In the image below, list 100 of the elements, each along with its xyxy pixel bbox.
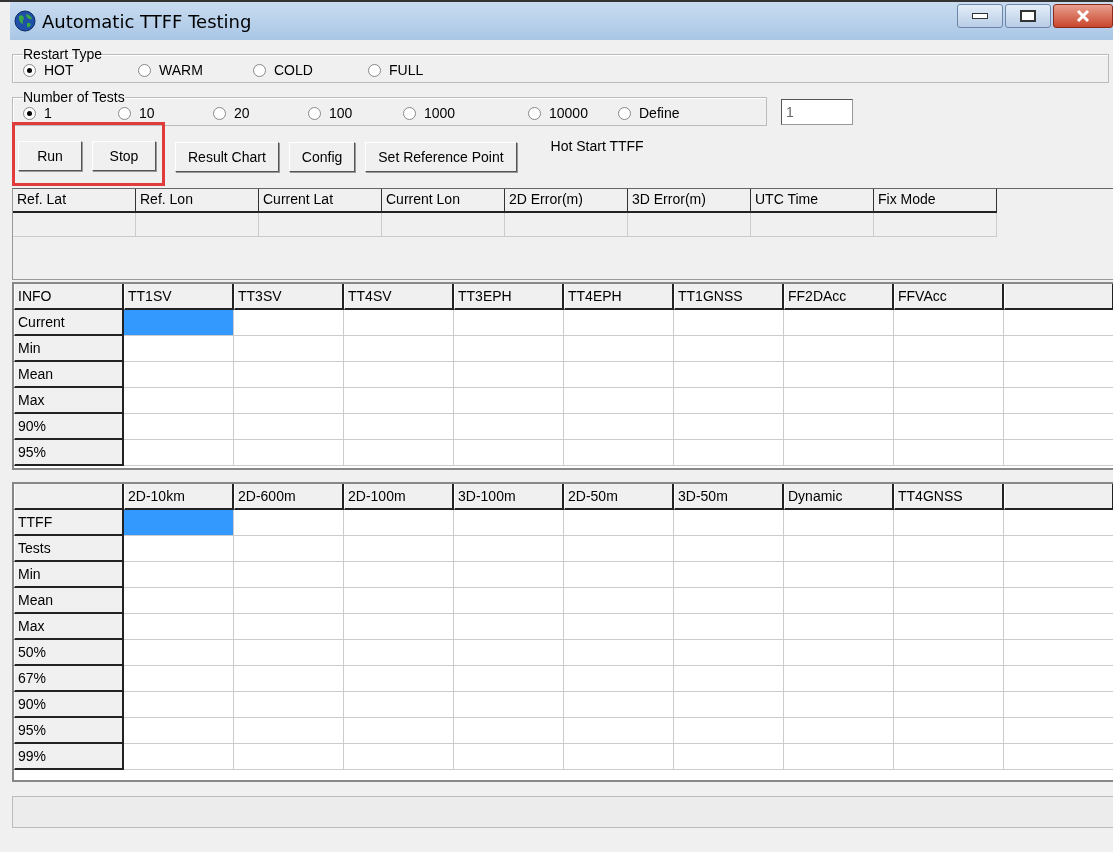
- table-cell[interactable]: [784, 536, 894, 562]
- table-cell[interactable]: [674, 744, 784, 770]
- radio-option[interactable]: HOT: [23, 62, 138, 78]
- table-cell[interactable]: [674, 640, 784, 666]
- table-cell[interactable]: [124, 640, 234, 666]
- maximize-button[interactable]: [1005, 4, 1051, 28]
- table-cell[interactable]: [564, 388, 674, 414]
- table-cell[interactable]: [564, 666, 674, 692]
- table-cell[interactable]: [784, 562, 894, 588]
- table-cell[interactable]: [234, 414, 344, 440]
- table-cell[interactable]: [234, 510, 344, 536]
- table-cell[interactable]: [894, 310, 1004, 336]
- radio-option[interactable]: COLD: [253, 62, 368, 78]
- table-cell[interactable]: [124, 692, 234, 718]
- table-cell[interactable]: [674, 666, 784, 692]
- table-cell[interactable]: [674, 536, 784, 562]
- radio-option[interactable]: 100: [308, 105, 403, 121]
- table-cell[interactable]: [564, 692, 674, 718]
- table-cell[interactable]: [234, 692, 344, 718]
- table-cell[interactable]: [344, 310, 454, 336]
- table-cell[interactable]: [124, 440, 234, 466]
- table-cell[interactable]: [674, 614, 784, 640]
- table-cell[interactable]: [784, 614, 894, 640]
- table-cell[interactable]: [454, 562, 564, 588]
- table-cell[interactable]: [344, 744, 454, 770]
- action-button[interactable]: Run: [18, 141, 82, 171]
- table-cell[interactable]: [894, 588, 1004, 614]
- table-cell[interactable]: [344, 510, 454, 536]
- table-cell[interactable]: [124, 536, 234, 562]
- table-cell[interactable]: [234, 640, 344, 666]
- table-cell[interactable]: [234, 666, 344, 692]
- table-cell[interactable]: [234, 388, 344, 414]
- table-cell[interactable]: [344, 536, 454, 562]
- table-cell[interactable]: [234, 362, 344, 388]
- table-cell[interactable]: [674, 388, 784, 414]
- table-cell[interactable]: [674, 414, 784, 440]
- radio-option[interactable]: 1: [23, 105, 118, 121]
- table-cell[interactable]: [454, 510, 564, 536]
- table-cell[interactable]: [894, 692, 1004, 718]
- close-button[interactable]: [1053, 4, 1113, 28]
- table-cell[interactable]: [674, 562, 784, 588]
- table-cell[interactable]: [124, 388, 234, 414]
- table-cell[interactable]: [674, 310, 784, 336]
- table-cell[interactable]: [784, 440, 894, 466]
- table-cell[interactable]: [564, 536, 674, 562]
- table-cell[interactable]: [344, 362, 454, 388]
- table-cell[interactable]: [344, 692, 454, 718]
- table-cell[interactable]: [894, 562, 1004, 588]
- table-cell[interactable]: [124, 414, 234, 440]
- table-cell[interactable]: [564, 588, 674, 614]
- table-cell[interactable]: [344, 588, 454, 614]
- table-cell[interactable]: [234, 744, 344, 770]
- table-cell[interactable]: [234, 588, 344, 614]
- table-cell[interactable]: [564, 362, 674, 388]
- radio-option[interactable]: 20: [213, 105, 308, 121]
- table-cell[interactable]: [784, 744, 894, 770]
- table-cell[interactable]: [454, 362, 564, 388]
- radio-option[interactable]: 10: [118, 105, 213, 121]
- action-button[interactable]: Result Chart: [175, 142, 279, 172]
- table-cell[interactable]: [344, 440, 454, 466]
- table-cell[interactable]: [124, 744, 234, 770]
- table-cell[interactable]: [784, 718, 894, 744]
- table-cell[interactable]: [454, 718, 564, 744]
- table-cell[interactable]: [454, 666, 564, 692]
- table-cell[interactable]: [784, 692, 894, 718]
- table-cell[interactable]: [564, 614, 674, 640]
- table-cell[interactable]: [454, 614, 564, 640]
- table-cell[interactable]: [784, 640, 894, 666]
- table-cell[interactable]: [454, 744, 564, 770]
- table-cell[interactable]: [784, 336, 894, 362]
- action-button[interactable]: Config: [288, 142, 356, 172]
- table-cell[interactable]: [784, 510, 894, 536]
- table-cell[interactable]: [784, 388, 894, 414]
- table-cell[interactable]: [124, 510, 234, 536]
- table-cell[interactable]: [564, 336, 674, 362]
- table-cell[interactable]: [784, 414, 894, 440]
- table-cell[interactable]: [234, 310, 344, 336]
- table-cell[interactable]: [344, 718, 454, 744]
- table-cell[interactable]: [234, 718, 344, 744]
- table-cell[interactable]: [344, 640, 454, 666]
- table-cell[interactable]: [454, 692, 564, 718]
- table-cell[interactable]: [454, 588, 564, 614]
- table-cell[interactable]: [344, 336, 454, 362]
- table-cell[interactable]: [234, 440, 344, 466]
- table-cell[interactable]: [784, 588, 894, 614]
- table-cell[interactable]: [674, 336, 784, 362]
- table-cell[interactable]: [894, 414, 1004, 440]
- table-cell[interactable]: [894, 388, 1004, 414]
- table-cell[interactable]: [454, 388, 564, 414]
- radio-option[interactable]: 1000: [403, 105, 528, 121]
- action-button[interactable]: Stop: [92, 141, 156, 171]
- table-cell[interactable]: [894, 640, 1004, 666]
- table-cell[interactable]: [234, 614, 344, 640]
- table-cell[interactable]: [124, 310, 234, 336]
- table-cell[interactable]: [674, 510, 784, 536]
- table-cell[interactable]: [894, 440, 1004, 466]
- table-cell[interactable]: [124, 614, 234, 640]
- table-cell[interactable]: [124, 336, 234, 362]
- table-cell[interactable]: [124, 588, 234, 614]
- table-cell[interactable]: [674, 440, 784, 466]
